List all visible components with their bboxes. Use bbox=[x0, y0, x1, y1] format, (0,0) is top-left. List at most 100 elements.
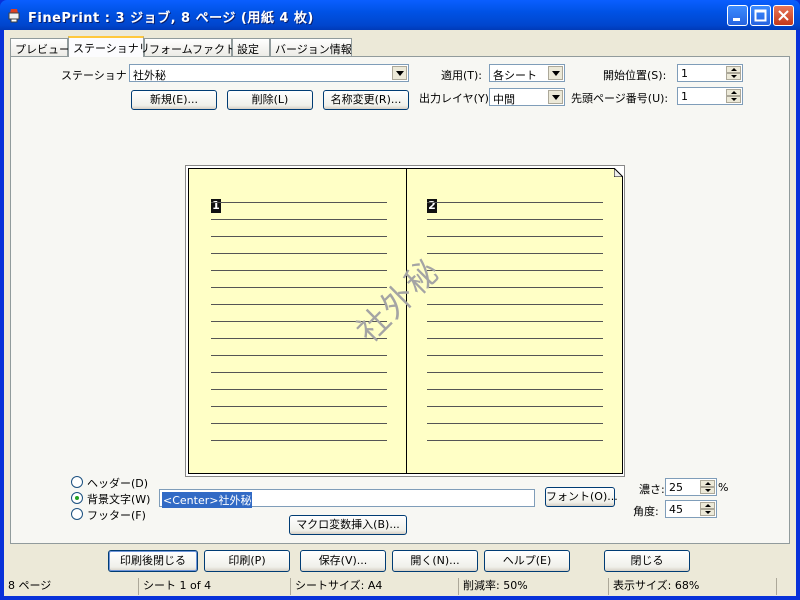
first-page-number-spinner[interactable]: 1 bbox=[677, 87, 743, 105]
angle-spinner[interactable]: 45 bbox=[665, 500, 717, 518]
tab-preview[interactable]: プレビュー bbox=[10, 38, 70, 56]
apply-select-value: 各シート bbox=[493, 69, 537, 82]
density-value: 25 bbox=[669, 481, 683, 494]
status-display-size: 表示サイズ: 68% bbox=[608, 578, 774, 595]
maximize-button[interactable] bbox=[750, 5, 771, 26]
ruled-line bbox=[427, 287, 603, 288]
ruled-line bbox=[427, 355, 603, 356]
header-radio[interactable] bbox=[71, 476, 83, 488]
close-window-button[interactable] bbox=[773, 5, 794, 26]
spin-down-icon[interactable] bbox=[726, 96, 741, 103]
ruled-line bbox=[427, 219, 603, 220]
chevron-down-icon[interactable] bbox=[548, 66, 563, 80]
spin-down-icon[interactable] bbox=[700, 509, 715, 516]
spin-down-icon[interactable] bbox=[700, 487, 715, 494]
start-position-spinner[interactable]: 1 bbox=[677, 64, 743, 82]
ruled-line bbox=[211, 270, 387, 271]
new-stationery-button[interactable]: 新規(E)... bbox=[131, 90, 217, 110]
ruled-line bbox=[211, 389, 387, 390]
text-content-input[interactable]: <Center>社外秘 bbox=[159, 489, 535, 508]
chevron-down-icon[interactable] bbox=[392, 66, 407, 80]
chevron-down-icon[interactable] bbox=[548, 90, 563, 104]
app-window: FinePrint : 3 ジョブ, 8 ページ (用紙 4 枚) プレビュー … bbox=[0, 0, 800, 600]
first-page-number-label: 先頭ページ番号(U): bbox=[571, 92, 669, 105]
save-button[interactable]: 保存(V)... bbox=[300, 550, 386, 572]
size-grip[interactable] bbox=[776, 578, 794, 595]
ruled-line bbox=[427, 236, 603, 237]
ruled-line bbox=[427, 406, 603, 407]
ruled-line bbox=[427, 321, 603, 322]
ruled-line bbox=[427, 440, 603, 441]
density-label: 濃さ: bbox=[639, 483, 665, 496]
ruled-line bbox=[427, 389, 603, 390]
stationery-select-value: 社外秘 bbox=[133, 69, 166, 82]
spin-up-icon[interactable] bbox=[726, 66, 741, 73]
ruled-line bbox=[427, 423, 603, 424]
status-bar: 8 ページ シート 1 of 4 シートサイズ: A4 削減率: 50% 表示サ… bbox=[4, 576, 796, 596]
status-pages: 8 ページ bbox=[8, 579, 52, 592]
status-sheet: シート 1 of 4 bbox=[138, 578, 288, 595]
header-radio-label[interactable]: ヘッダー(D) bbox=[87, 475, 148, 491]
ruled-line bbox=[427, 253, 603, 254]
tab-stationery[interactable]: ステーショナリ bbox=[68, 36, 150, 57]
ruled-line bbox=[427, 338, 603, 339]
minimize-button[interactable] bbox=[727, 5, 748, 26]
print-button[interactable]: 印刷(P) bbox=[204, 550, 290, 572]
ruled-line bbox=[211, 355, 387, 356]
page-fold-corner bbox=[614, 168, 623, 177]
ruled-line bbox=[427, 202, 603, 203]
first-page-number-value: 1 bbox=[681, 90, 688, 103]
angle-value: 45 bbox=[669, 503, 683, 516]
footer-radio[interactable] bbox=[71, 508, 83, 520]
fineprint-app-icon[interactable] bbox=[6, 7, 22, 23]
font-button[interactable]: フォント(O)... bbox=[545, 487, 618, 507]
output-layer-select-value: 中間 bbox=[493, 93, 515, 106]
title-bar[interactable]: FinePrint : 3 ジョブ, 8 ページ (用紙 4 枚) bbox=[0, 0, 800, 30]
delete-stationery-button[interactable]: 削除(L) bbox=[227, 90, 313, 110]
rename-stationery-button[interactable]: 名称変更(R)... bbox=[323, 90, 409, 110]
ruled-line bbox=[427, 270, 603, 271]
density-unit: % bbox=[718, 481, 729, 494]
status-sheet-size: シートサイズ: A4 bbox=[290, 578, 456, 595]
ruled-line bbox=[211, 423, 387, 424]
stationery-preview: 1 2 社外秘 bbox=[185, 165, 625, 477]
spin-up-icon[interactable] bbox=[700, 480, 715, 487]
background-text-radio[interactable] bbox=[71, 492, 83, 504]
ruled-line bbox=[211, 372, 387, 373]
client-area: プレビュー ステーショナリ フォームファクトリ 設定 バージョン情報 ステーショ… bbox=[4, 30, 796, 596]
ruled-line bbox=[211, 219, 387, 220]
tab-form-factory[interactable]: フォームファクトリ bbox=[144, 38, 247, 56]
insert-macro-button[interactable]: マクロ変数挿入(B)... bbox=[289, 515, 407, 535]
window-title: FinePrint : 3 ジョブ, 8 ページ (用紙 4 枚) bbox=[28, 11, 314, 26]
tab-version-info[interactable]: バージョン情報 bbox=[270, 38, 352, 56]
output-layer-select[interactable]: 中間 bbox=[489, 88, 565, 106]
ruled-line bbox=[211, 440, 387, 441]
text-content-value: <Center>社外秘 bbox=[162, 492, 253, 508]
start-position-value: 1 bbox=[681, 67, 688, 80]
angle-label: 角度: bbox=[633, 505, 659, 518]
tab-settings[interactable]: 設定 bbox=[232, 38, 270, 56]
ruled-line bbox=[211, 338, 387, 339]
spin-up-icon[interactable] bbox=[700, 502, 715, 509]
help-button[interactable]: ヘルプ(E) bbox=[484, 550, 570, 572]
ruled-line bbox=[427, 304, 603, 305]
footer-radio-label[interactable]: フッター(F) bbox=[87, 507, 146, 523]
spin-down-icon[interactable] bbox=[726, 73, 741, 80]
ruled-line bbox=[427, 372, 603, 373]
close-after-print-button[interactable]: 印刷後閉じる bbox=[108, 550, 198, 572]
open-button[interactable]: 開く(N)... bbox=[392, 550, 478, 572]
start-position-label: 開始位置(S): bbox=[603, 69, 667, 82]
spin-up-icon[interactable] bbox=[726, 89, 741, 96]
ruled-line bbox=[211, 406, 387, 407]
preview-page-right: 2 bbox=[406, 168, 623, 474]
status-reduction: 削減率: 50% bbox=[458, 578, 606, 595]
ruled-line bbox=[211, 287, 387, 288]
background-text-radio-label[interactable]: 背景文字(W) bbox=[87, 491, 150, 507]
apply-label: 適用(T): bbox=[441, 69, 483, 82]
ruled-line bbox=[211, 202, 387, 203]
close-button[interactable]: 閉じる bbox=[604, 550, 690, 572]
stationery-select[interactable]: 社外秘 bbox=[129, 64, 409, 82]
density-spinner[interactable]: 25 bbox=[665, 478, 717, 496]
stationery-panel: ステーショナリ(I): 社外秘 適用(T): 各シート 開始位置(S): 1 新… bbox=[10, 56, 790, 544]
apply-select[interactable]: 各シート bbox=[489, 64, 565, 82]
